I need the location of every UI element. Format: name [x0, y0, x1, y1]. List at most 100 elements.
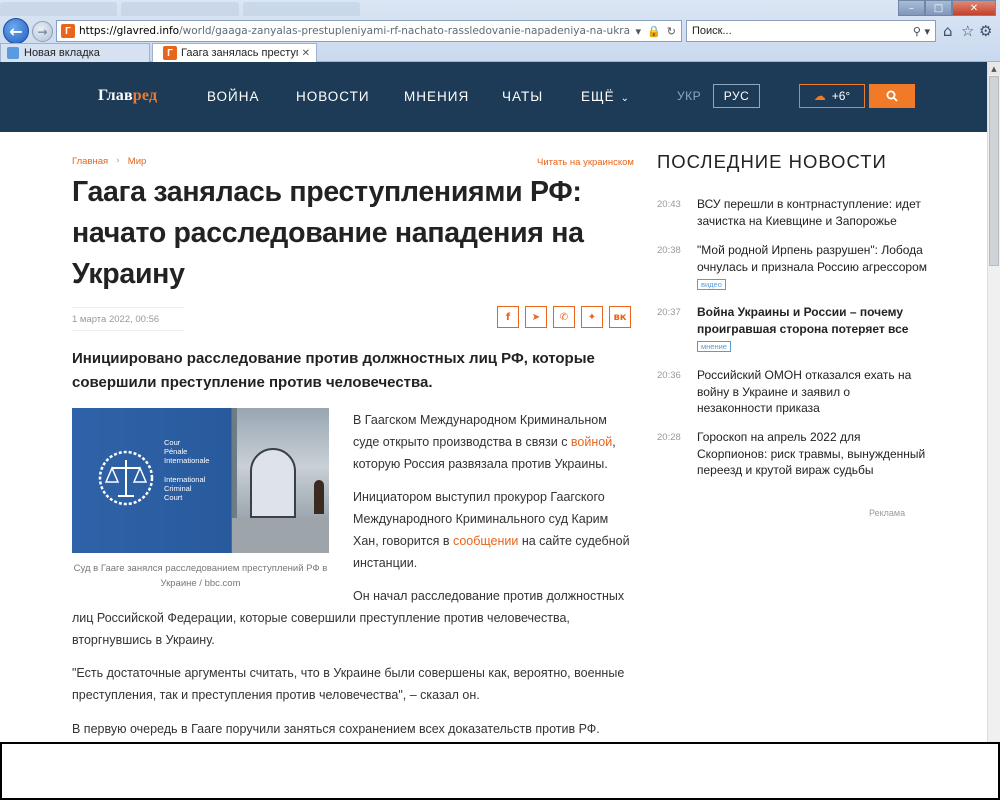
address-bar[interactable]: Г https://glavred.info/world/gaaga-zanya…: [56, 20, 682, 42]
scroll-up-icon[interactable]: ▲: [988, 62, 1000, 75]
menu-news[interactable]: НОВОСТИ: [296, 89, 370, 104]
news-item[interactable]: 20:28 Гороскоп на апрель 2022 для Скорпи…: [657, 429, 927, 479]
news-item[interactable]: 20:43 ВСУ перешли в контрнаступление: ид…: [657, 196, 927, 229]
minimize-button[interactable]: –: [898, 0, 925, 16]
news-headline-text: "Мой родной Ирпень разрушен": Лобода очн…: [697, 243, 928, 274]
breadcrumb-world[interactable]: Мир: [128, 156, 147, 167]
page-scrollbar[interactable]: ▲: [987, 62, 1000, 742]
news-headline-text: Война Украины и России – почему проиграв…: [697, 305, 909, 336]
maximize-button[interactable]: □: [925, 0, 952, 16]
vk-icon: вк: [613, 311, 627, 323]
tab-strip: Новая вкладка Г Гаага занялась преступле…: [0, 42, 319, 62]
read-in-ukrainian-link[interactable]: Читать на украинском: [537, 157, 634, 168]
close-window-button[interactable]: ✕: [952, 0, 996, 16]
star-icon[interactable]: ☆: [961, 22, 974, 40]
news-headline: Гороскоп на апрель 2022 для Скорпионов: …: [697, 429, 927, 479]
tab-title: Новая вкладка: [24, 47, 100, 59]
tab-article[interactable]: Г Гаага занялась преступле... ✕: [152, 43, 317, 62]
refresh-icon[interactable]: ↻: [667, 25, 676, 38]
news-item[interactable]: 20:37 Война Украины и России – почему пр…: [657, 304, 927, 354]
back-button[interactable]: ←: [3, 18, 29, 44]
pavement: [232, 518, 329, 553]
browser-search-box[interactable]: Поиск... ⚲ ▾: [686, 20, 936, 42]
article-paragraph-3: Он начал расследование против должностны…: [72, 585, 632, 651]
lang-rus-button[interactable]: РУС: [713, 84, 760, 108]
article-lead: Инициировано расследование против должно…: [72, 350, 595, 391]
news-time: 20:36: [657, 370, 681, 381]
breadcrumb-home[interactable]: Главная: [72, 156, 108, 167]
site-logo[interactable]: Главред: [98, 87, 157, 105]
paragraph-text: В Гаагском Международном Криминальном су…: [353, 413, 607, 449]
url-host: https://glavred.info: [79, 25, 180, 37]
news-item[interactable]: 20:38 "Мой родной Ирпень разрушен": Лобо…: [657, 242, 927, 292]
menu-opinions[interactable]: МНЕНИЯ: [404, 89, 469, 104]
site-header: Главред ВОЙНА НОВОСТИ МНЕНИЯ ЧАТЫ ЕЩЁ ⌄ У…: [0, 62, 987, 132]
weather-button[interactable]: ☁ +6°: [799, 84, 865, 108]
latest-news-title: ПОСЛЕДНИЕ НОВОСТИ: [657, 151, 887, 172]
menu-more[interactable]: ЕЩЁ ⌄: [581, 89, 630, 104]
share-twitter-button[interactable]: ✦: [581, 306, 603, 328]
forward-button[interactable]: →: [32, 21, 53, 42]
paragraph-text: Он начал расследование против должностны…: [72, 589, 625, 647]
sign-line: Internationale: [164, 456, 210, 465]
revolving-door: [250, 448, 296, 518]
cloud-icon: ☁: [813, 89, 826, 103]
news-time: 20:28: [657, 432, 681, 443]
tab-new[interactable]: Новая вкладка: [0, 43, 150, 62]
sign-line: Cour: [164, 438, 181, 447]
dropdown-icon[interactable]: ▾: [924, 25, 930, 38]
background-window-tabs: [0, 2, 360, 16]
news-headline: Война Украины и России – почему проиграв…: [697, 304, 927, 354]
news-time: 20:37: [657, 307, 681, 318]
telegram-icon: ➤: [531, 311, 541, 323]
close-tab-icon[interactable]: ✕: [302, 48, 310, 59]
url-text[interactable]: https://glavred.info/world/gaaga-zanyala…: [79, 25, 631, 37]
article-paragraph-5: В первую очередь в Гааге поручили занять…: [72, 722, 600, 736]
chevron-right-icon: ›: [116, 156, 120, 166]
war-link[interactable]: войной: [571, 435, 612, 449]
gear-icon[interactable]: ⚙: [979, 22, 992, 40]
news-headline: "Мой родной Ирпень разрушен": Лобода очн…: [697, 242, 927, 292]
site-favicon: Г: [163, 46, 177, 60]
breadcrumb: Главная › Мир: [72, 156, 146, 167]
site-favicon: Г: [61, 24, 75, 38]
home-icon[interactable]: ⌂: [943, 22, 953, 40]
share-telegram-button[interactable]: ➤: [525, 306, 547, 328]
icc-emblem: [98, 450, 154, 506]
search-icon: [886, 90, 898, 102]
logo-text-2: ред: [132, 87, 158, 104]
lang-ukr-link[interactable]: УКР: [677, 89, 701, 103]
browser-search-placeholder: Поиск...: [692, 25, 732, 37]
twitter-icon: ✦: [587, 311, 597, 323]
menu-war[interactable]: ВОЙНА: [207, 89, 260, 104]
news-item[interactable]: 20:36 Российский ОМОН отказался ехать на…: [657, 367, 927, 417]
opinion-tag: мнение: [697, 341, 731, 352]
ad-label: Реклама: [869, 508, 906, 518]
article-title: Гаага занялась преступлениями РФ: начато…: [72, 176, 584, 290]
share-vk-button[interactable]: вк: [609, 306, 631, 328]
blank-bottom-panel: [0, 742, 1000, 800]
person-figure: [314, 480, 324, 514]
menu-chats[interactable]: ЧАТЫ: [502, 89, 543, 104]
sign-line: Court: [164, 493, 183, 502]
news-headline-text: ВСУ перешли в контрнаступление: идет зач…: [697, 197, 921, 228]
news-headline: ВСУ перешли в контрнаступление: идет зач…: [697, 196, 927, 229]
url-path: /world/gaaga-zanyalas-prestupleniyami-rf…: [179, 25, 631, 37]
lock-icon[interactable]: 🔒: [647, 25, 661, 38]
share-viber-button[interactable]: ✆: [553, 306, 575, 328]
arrow-right-icon: →: [37, 24, 48, 39]
sign-line: International: [164, 475, 206, 484]
site-search-button[interactable]: [869, 84, 915, 108]
scrollbar-thumb[interactable]: [989, 76, 999, 266]
sign-line: Criminal: [164, 484, 192, 493]
share-facebook-button[interactable]: f: [497, 306, 519, 328]
message-link[interactable]: сообщении: [453, 534, 518, 548]
dropdown-icon[interactable]: ▾: [636, 25, 642, 38]
article-paragraph-1: В Гаагском Международном Криминальном су…: [353, 409, 633, 475]
browser-chrome: ← → Г https://glavred.info/world/gaaga-z…: [0, 0, 1000, 62]
logo-text-1: Глав: [98, 87, 133, 104]
arrow-left-icon: ←: [9, 21, 23, 41]
share-buttons: f ➤ ✆ ✦ вк: [497, 306, 631, 328]
video-tag: видео: [697, 279, 726, 290]
search-icon[interactable]: ⚲: [913, 25, 921, 38]
